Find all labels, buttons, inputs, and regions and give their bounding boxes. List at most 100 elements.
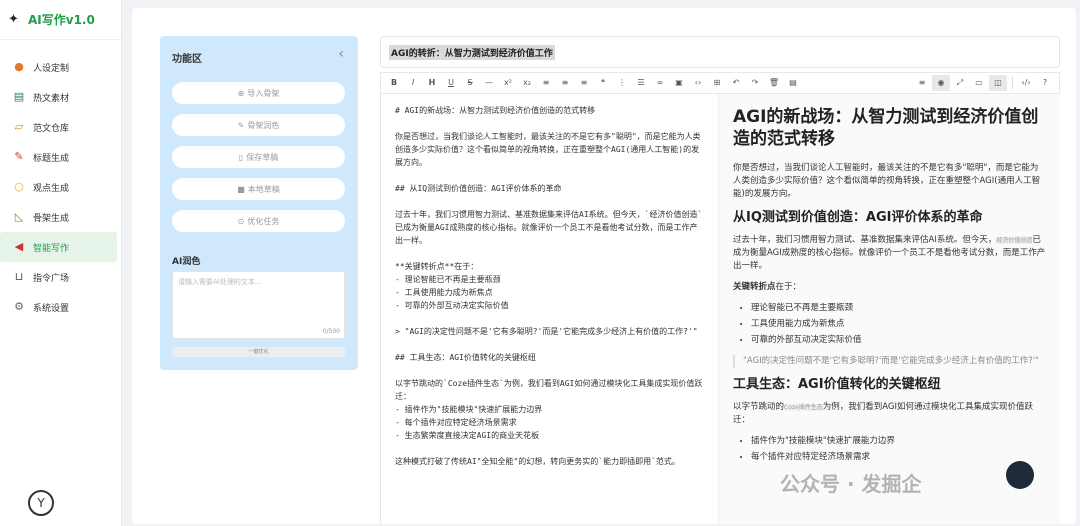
list-item: 可靠的外部互动决定实际价值 [751, 334, 1046, 347]
app-logo[interactable]: ✦ AI写作v1.0 [0, 0, 121, 40]
ruler-icon: ◺ [14, 210, 24, 223]
preview-h2: 从IQ测试到价值创造：AGI评价体系的革命 [733, 210, 983, 225]
list-item: 插件作为"技能模块"快速扩展能力边界 [751, 435, 1046, 448]
inline-code: Coze插件生态 [784, 404, 823, 411]
ai-polish-title: AI润色 [172, 257, 201, 267]
bold-text: 关键转折点 [733, 282, 776, 292]
text-run: 在于： [775, 282, 802, 292]
align-right-icon[interactable]: ≡ [575, 75, 593, 91]
source-paragraph: ## 工具生态：AGI价值转化的关键枢纽 [395, 353, 536, 362]
undo-icon[interactable]: ↶ [727, 75, 745, 91]
source-paragraph: 这种模式打破了传统AI"全知全能"的幻想，转向更务实的`能力即插即用`范式。 [395, 457, 680, 466]
sidebar-item-label: 范文仓库 [33, 123, 70, 134]
sidebar-item-viewpoint-gen[interactable]: ○ 观点生成 [0, 172, 117, 202]
link-icon[interactable]: ∞ [651, 75, 669, 91]
brand-logo-icon[interactable]: Y [28, 490, 54, 516]
code-icon[interactable]: ‹› [689, 75, 707, 91]
preview-h1: AGI的新战场：从智力测试到经济价值创造的范式转移 [733, 107, 1039, 149]
sidebar-item-smart-writing[interactable]: ◀ 智能写作 [0, 232, 117, 262]
main-content: 功能区 ‹ ⊕ 导入骨架 ✎ 骨架润色 ▯ 保存草稿 ■ 本地草稿 ⊙ 优化任务 AI润色… [132, 8, 1076, 524]
list-item: 工具使用能力成为新焦点 [751, 318, 1046, 331]
polish-skeleton-button[interactable]: ✎ 骨架润色 [172, 114, 345, 136]
preview-list: 插件作为"技能模块"快速扩展能力边界 每个插件对应特定经济场景需求 [751, 435, 1046, 464]
save-draft-button[interactable]: ▯ 保存草稿 [172, 146, 345, 168]
markdown-editor: AGI的转折：从智力测试到经济价值工作 B I H U S — x² x₂ ≡ … [380, 36, 1060, 524]
check-circle-icon: ⊙ [237, 216, 245, 226]
sidebar-item-persona[interactable]: ● 人设定制 [0, 52, 117, 82]
local-drafts-button[interactable]: ■ 本地草稿 [172, 178, 345, 200]
trash-icon[interactable]: 🗑 [765, 75, 783, 91]
heading-button[interactable]: H [423, 75, 441, 91]
subscript-button[interactable]: x₂ [518, 75, 536, 91]
sidebar-item-title-gen[interactable]: ✎ 标题生成 [0, 142, 117, 172]
article-title-input[interactable]: AGI的转折：从智力测试到经济价值工作 [380, 36, 1060, 68]
sidebar-item-sample-library[interactable]: ▱ 范文仓库 [0, 112, 117, 142]
image-icon[interactable]: ▣ [670, 75, 688, 91]
table-icon[interactable]: ⊞ [708, 75, 726, 91]
preview-paragraph: 过去十年，我们习惯用智力测试、基准数据集来评估AI系统。但今天，经济价值创造已成… [733, 234, 1046, 273]
editor-toolbar: B I H U S — x² x₂ ≡ ≡ ≡ ❝ ⋮ ☰ ∞ ▣ ‹› ⊞ ↶… [380, 72, 1060, 94]
optimize-task-button[interactable]: ⊙ 优化任务 [172, 210, 345, 232]
markdown-preview-pane: AGI的新战场：从智力测试到经济价值创造的范式转移 你是否想过，当我们谈论人工智… [718, 94, 1060, 524]
redo-icon[interactable]: ↷ [746, 75, 764, 91]
avatar[interactable] [1006, 461, 1034, 489]
strikethrough-button[interactable]: S [461, 75, 479, 91]
source-paragraph: 过去十年，我们习惯用智力测试、基准数据集来评估AI系统。但今天，`经济价值创造`… [395, 210, 703, 245]
sidebar-item-label: 人设定制 [33, 63, 70, 74]
quote-icon[interactable]: ❝ [594, 75, 612, 91]
save-icon[interactable]: ▤ [784, 75, 802, 91]
underline-button[interactable]: U [442, 75, 460, 91]
sidebar-item-hot-material[interactable]: ▤ 热文素材 [0, 82, 117, 112]
align-left-icon[interactable]: ≡ [537, 75, 555, 91]
sidebar-item-label: 骨架生成 [33, 213, 70, 224]
source-paragraph: > "AGI的决定性问题不是'它有多聪明?'而是'它能完成多少经济上有价值的工作… [395, 327, 698, 336]
preview-paragraph: 你是否想过，当我们谈论人工智能时，最该关注的不是它有多"聪明"，而是它能为人类创… [733, 163, 1041, 199]
preview-h2: 工具生态：AGI价值转化的关键枢纽 [733, 377, 941, 392]
html-icon[interactable]: ‹/› [1017, 75, 1035, 91]
unordered-list-icon[interactable]: ☰ [632, 75, 650, 91]
preview-paragraph: 以字节跳动的Coze插件生态为例，我们看到AGI如何通过模块化工具集成实现价值跃… [733, 401, 1046, 427]
plus-circle-icon: ⊕ [237, 88, 245, 98]
menu-icon[interactable]: ≡ [913, 75, 931, 91]
import-skeleton-button[interactable]: ⊕ 导入骨架 [172, 82, 345, 104]
collapse-chevron-icon[interactable]: ‹ [338, 46, 344, 62]
preview-eye-icon[interactable]: ◉ [932, 75, 950, 91]
sidebar: ✦ AI写作v1.0 ● 人设定制 ▤ 热文素材 ▱ 范文仓库 ✎ 标题生成 ○ 观点生成… [0, 0, 122, 526]
gear-icon: ⚙ [14, 300, 24, 313]
ordered-list-icon[interactable]: ⋮ [613, 75, 631, 91]
fullscreen-icon[interactable]: ⤢ [951, 75, 969, 91]
bulb-icon: ○ [14, 180, 24, 193]
split-view-icon[interactable]: ◫ [989, 75, 1007, 91]
help-icon[interactable]: ? [1036, 75, 1054, 91]
cart-icon: ⊔ [14, 270, 24, 283]
button-label: 本地草稿 [247, 184, 280, 194]
button-label: 导入骨架 [247, 88, 280, 98]
source-paragraph: # AGI的新战场：从智力测试到经济价值创造的范式转移 [395, 106, 596, 115]
sidebar-item-skeleton-gen[interactable]: ◺ 骨架生成 [0, 202, 117, 232]
sidebar-item-command-square[interactable]: ⊔ 指令广场 [0, 262, 117, 292]
superscript-button[interactable]: x² [499, 75, 517, 91]
sidebar-item-label: 系统设置 [33, 303, 70, 314]
one-click-optimize-button[interactable]: 一键优化 [172, 347, 345, 357]
source-paragraph: ## 从IQ测试到价值创造：AGI评价体系的革命 [395, 184, 562, 193]
bookmark-icon: ▯ [238, 152, 244, 162]
robot-icon: ✦ [8, 11, 19, 27]
button-label: 保存草稿 [246, 152, 279, 162]
megaphone-icon: ◀ [14, 240, 24, 253]
fire-icon: ● [14, 60, 24, 73]
sidebar-nav: ● 人设定制 ▤ 热文素材 ▱ 范文仓库 ✎ 标题生成 ○ 观点生成 ◺ 骨架生成 ◀ 智能写… [0, 40, 121, 322]
italic-button[interactable]: I [404, 75, 422, 91]
hr-button[interactable]: — [480, 75, 498, 91]
slides-icon: ▱ [14, 120, 24, 133]
folder-icon: ■ [237, 184, 245, 194]
align-center-icon[interactable]: ≡ [556, 75, 574, 91]
preview-list: 理论智能已不再是主要瓶颈 工具使用能力成为新焦点 可靠的外部互动决定实际价值 [751, 302, 1046, 347]
sidebar-item-settings[interactable]: ⚙ 系统设置 [0, 292, 117, 322]
sidebar-item-label: 指令广场 [33, 273, 70, 284]
window-icon[interactable]: ▭ [970, 75, 988, 91]
markdown-source-pane[interactable]: # AGI的新战场：从智力测试到经济价值创造的范式转移 你是否想过，当我们谈论人… [380, 94, 718, 524]
bold-button[interactable]: B [385, 75, 403, 91]
list-item: 每个插件对应特定经济场景需求 [751, 451, 1046, 464]
ai-polish-textarea[interactable]: 请输入需要AI处理的文本... 0/500 [172, 271, 345, 339]
source-paragraph: 你是否想过，当我们谈论人工智能时，最该关注的不是它有多"聪明"，而是它能为人类创… [395, 132, 701, 167]
